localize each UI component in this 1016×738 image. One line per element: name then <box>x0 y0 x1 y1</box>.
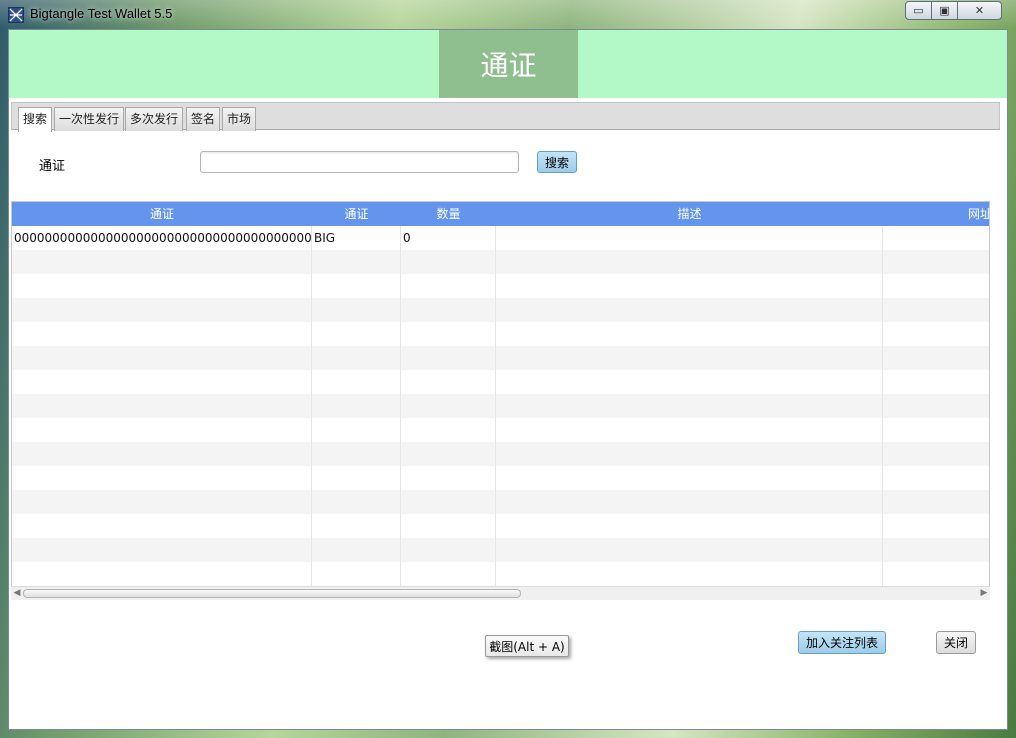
empty-row <box>12 322 989 346</box>
scrollbar-thumb[interactable] <box>23 589 521 598</box>
scroll-right-icon[interactable]: ▶ <box>978 587 990 600</box>
empty-row <box>12 370 989 394</box>
column-header-description[interactable]: 描述 <box>496 202 883 226</box>
page-title: 通证 <box>439 30 578 98</box>
close-window-button[interactable]: ✕ <box>958 1 1002 20</box>
column-header-token-id[interactable]: 通证 <box>12 202 312 226</box>
empty-row <box>12 442 989 466</box>
window-controls: ▭ ▣ ✕ <box>905 1 1002 20</box>
table-body: 000000000000000000000000000000000000000.… <box>12 226 989 586</box>
table-header: 通证 通证 数量 描述 网址 <box>12 202 989 226</box>
empty-row <box>12 562 989 586</box>
tab-market[interactable]: 市场 <box>222 107 257 131</box>
empty-row <box>12 538 989 562</box>
empty-row <box>12 274 989 298</box>
tab-sign[interactable]: 签名 <box>186 107 221 131</box>
close-button[interactable]: 关闭 <box>936 631 976 654</box>
cell-token-id: 000000000000000000000000000000000000000.… <box>12 226 312 250</box>
cell-url <box>883 226 989 250</box>
token-search-input[interactable] <box>200 151 519 173</box>
empty-row <box>12 418 989 442</box>
add-to-watchlist-button[interactable]: 加入关注列表 <box>798 631 886 654</box>
column-header-url[interactable]: 网址 <box>883 202 989 226</box>
column-header-amount[interactable]: 数量 <box>401 202 496 226</box>
empty-row <box>12 514 989 538</box>
tab-bar: 搜索 一次性发行 多次发行 签名 市场 <box>11 102 1000 132</box>
minimize-button[interactable]: ▭ <box>905 1 932 20</box>
tab-search[interactable]: 搜索 <box>18 107 53 132</box>
app-window: Bigtangle Test Wallet 5.5 ▭ ▣ ✕ 通证 搜索 一次… <box>0 0 1016 738</box>
close-icon: ✕ <box>974 4 985 17</box>
search-button[interactable]: 搜索 <box>537 151 577 173</box>
cell-description <box>496 226 883 250</box>
empty-row <box>12 466 989 490</box>
empty-row <box>12 250 989 274</box>
empty-row <box>12 394 989 418</box>
maximize-icon: ▣ <box>939 4 950 17</box>
minimize-icon: ▭ <box>913 4 924 17</box>
token-table: 通证 通证 数量 描述 网址 0000000000000000000000000… <box>11 201 990 600</box>
header-band: 通证 <box>9 30 1007 98</box>
horizontal-scrollbar[interactable]: ◀ ▶ <box>11 586 990 600</box>
title-bar: Bigtangle Test Wallet 5.5 ▭ ▣ ✕ <box>0 0 1016 28</box>
window-title: Bigtangle Test Wallet 5.5 <box>30 6 173 21</box>
scroll-left-icon[interactable]: ◀ <box>11 587 23 600</box>
cell-token-name: BIG <box>312 226 401 250</box>
empty-row <box>12 346 989 370</box>
tab-multi-issue[interactable]: 多次发行 <box>125 107 184 131</box>
empty-row <box>12 298 989 322</box>
empty-row <box>12 490 989 514</box>
table-row[interactable]: 000000000000000000000000000000000000000.… <box>12 226 989 250</box>
maximize-button[interactable]: ▣ <box>932 1 958 20</box>
client-area: 通证 搜索 一次性发行 多次发行 签名 市场 通证 搜索 通证 通证 数量 描述… <box>8 29 1008 730</box>
column-header-token-name[interactable]: 通证 <box>312 202 401 226</box>
app-logo-icon <box>8 7 24 23</box>
cell-amount: 0 <box>401 226 496 250</box>
screenshot-tooltip[interactable]: 截图(Alt + A) <box>485 635 569 657</box>
tab-one-time-issue[interactable]: 一次性发行 <box>54 107 125 131</box>
token-search-label: 通证 <box>39 159 66 174</box>
